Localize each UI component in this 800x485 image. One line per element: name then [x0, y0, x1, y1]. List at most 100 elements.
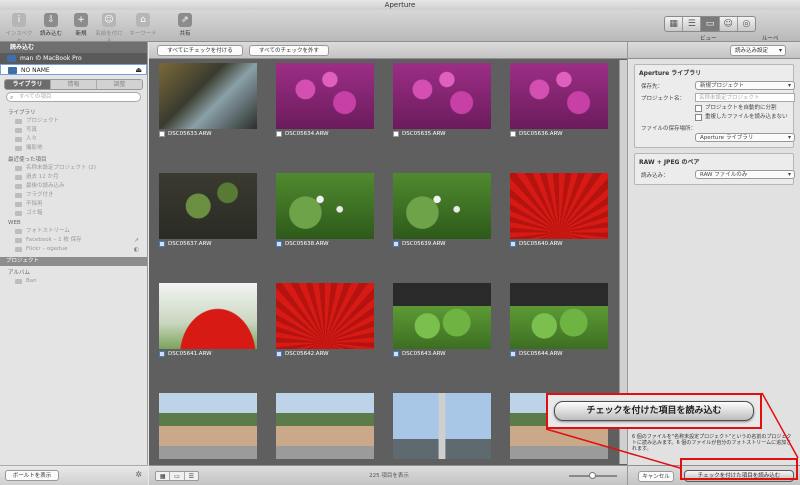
toolbar-button-2[interactable]: + 新規: [66, 13, 96, 37]
toolbar-button-0[interactable]: iインスペクタ: [4, 13, 34, 45]
photo-cell[interactable]: DSC05639.ARW: [393, 173, 491, 249]
photo-thumbnail[interactable]: [159, 63, 257, 129]
sidebar-item[interactable]: 写真: [0, 126, 147, 135]
toolbar-button-3[interactable]: ☺名前を付ける: [94, 13, 124, 45]
photo-thumbnail[interactable]: [159, 393, 257, 459]
map-view-icon[interactable]: ◎: [738, 17, 755, 31]
photo-cell[interactable]: [159, 393, 257, 463]
photo-thumbnail[interactable]: [510, 173, 608, 239]
item-icon: [15, 146, 22, 151]
auto-split-checkbox[interactable]: プロジェクトを自動的に分割: [639, 104, 789, 113]
window-title: Aperture: [0, 0, 800, 10]
checked-checkbox[interactable]: [159, 351, 165, 357]
view-segmented-control[interactable]: ▦ ☰ ▭ ☺ ◎: [664, 16, 756, 32]
photo-caption: DSC05640.ARW: [510, 240, 563, 248]
sidebar-item[interactable]: 不採用: [0, 200, 147, 209]
sidebar-item[interactable]: 過去 12 か月: [0, 173, 147, 182]
photo-thumbnail[interactable]: [393, 63, 491, 129]
checked-checkbox[interactable]: [393, 351, 399, 357]
share-icon: ⇗: [178, 13, 192, 27]
list-mode-icon[interactable]: ☰: [184, 472, 198, 480]
checked-checkbox[interactable]: [510, 241, 516, 247]
cancel-button[interactable]: キャンセル: [638, 471, 674, 482]
checked-checkbox[interactable]: [276, 241, 282, 247]
sidebar-item[interactable]: Flickr – ogedue ◐: [0, 245, 147, 254]
photo-cell[interactable]: DSC05634.ARW: [276, 63, 374, 139]
photo-cell[interactable]: DSC05640.ARW: [510, 173, 608, 249]
tab-info[interactable]: 情報: [51, 80, 97, 89]
sidebar-item[interactable]: Facebook – 1 枚 保存 ↗: [0, 236, 147, 245]
device-macbook[interactable]: man の MacBook Pro: [0, 53, 147, 64]
gear-icon[interactable]: ✲: [135, 470, 142, 479]
unchecked-checkbox[interactable]: [159, 131, 165, 137]
photo-thumbnail[interactable]: [393, 283, 491, 349]
photo-thumbnail[interactable]: [159, 173, 257, 239]
photo-cell[interactable]: [393, 393, 491, 463]
browser-view-icon[interactable]: ▭: [701, 17, 720, 31]
photo-thumbnail[interactable]: [393, 173, 491, 239]
toolbar-button-5[interactable]: ⇗ 共有: [170, 13, 200, 37]
skip-duplicates-checkbox[interactable]: 重複したファイルを読み込まない: [639, 113, 789, 122]
show-portal-button[interactable]: ボールトを表示: [5, 470, 59, 481]
tab-adjust[interactable]: 調整: [97, 80, 142, 89]
sidebar-item[interactable]: ゴミ箱: [0, 209, 147, 218]
photo-cell[interactable]: DSC05638.ARW: [276, 173, 374, 249]
grid-view-icon[interactable]: ▦: [665, 17, 684, 31]
checked-checkbox[interactable]: [276, 351, 282, 357]
photo-thumbnail[interactable]: [276, 63, 374, 129]
photo-thumbnail[interactable]: [393, 393, 491, 459]
photo-cell[interactable]: DSC05643.ARW: [393, 283, 491, 359]
photo-cell[interactable]: DSC05644.ARW: [510, 283, 608, 359]
store-files-select[interactable]: Aperture ライブラリ: [695, 133, 795, 142]
sidebar-item[interactable]: 名称未設定プロジェクト (2): [0, 164, 147, 173]
sidebar-item[interactable]: フォトストリーム: [0, 227, 147, 236]
tab-library[interactable]: ライブラリ: [5, 80, 51, 89]
uncheck-all-button[interactable]: すべてのチェックを外す: [249, 45, 329, 56]
photo-cell[interactable]: DSC05633.ARW: [159, 63, 257, 139]
toolbar-button-1[interactable]: ⇩ 読み込む: [36, 13, 66, 37]
checked-checkbox[interactable]: [159, 241, 165, 247]
destination-select[interactable]: 新規プロジェクト: [695, 81, 795, 90]
filmstrip-mode-icon[interactable]: ▭: [170, 472, 185, 480]
sidebar-item[interactable]: 撮影地: [0, 144, 147, 153]
checked-checkbox[interactable]: [393, 241, 399, 247]
store-files-label: ファイルの保存場所：: [641, 126, 697, 132]
sidebar-item[interactable]: プロジェクト: [0, 117, 147, 126]
unchecked-checkbox[interactable]: [393, 131, 399, 137]
raw-import-select[interactable]: RAW ファイルのみ: [695, 170, 795, 179]
photo-cell[interactable]: DSC05641.ARW: [159, 283, 257, 359]
sidebar-search-input[interactable]: ⌕ すべての項目: [6, 92, 141, 102]
device-no-name[interactable]: NO NAME ⏏: [0, 64, 147, 75]
list-view-icon[interactable]: ☰: [683, 17, 702, 31]
grid-mode-icon[interactable]: ▦: [156, 472, 171, 480]
unchecked-checkbox[interactable]: [510, 131, 516, 137]
photo-thumbnail[interactable]: [159, 283, 257, 349]
loupe-label: ルーペ: [762, 36, 779, 42]
photo-caption: DSC05635.ARW: [393, 130, 446, 138]
sidebar-item[interactable]: 人々: [0, 135, 147, 144]
photo-thumbnail[interactable]: [276, 283, 374, 349]
import-settings-select[interactable]: 読み込み設定: [730, 45, 786, 56]
photo-thumbnail[interactable]: [276, 173, 374, 239]
unchecked-checkbox[interactable]: [276, 131, 282, 137]
slider-knob[interactable]: [589, 472, 596, 479]
sidebar-item[interactable]: フラグ付き: [0, 191, 147, 200]
sidebar-item[interactable]: Ban: [0, 277, 147, 286]
photo-cell[interactable]: DSC05635.ARW: [393, 63, 491, 139]
eject-icon[interactable]: ⏏: [135, 65, 142, 76]
photo-thumbnail[interactable]: [510, 63, 608, 129]
toolbar-button-4[interactable]: ⌂ キーワード: [128, 13, 158, 37]
photo-cell[interactable]: DSC05642.ARW: [276, 283, 374, 359]
browser-mode-control[interactable]: ▦ ▭ ☰: [155, 471, 199, 481]
photo-cell[interactable]: DSC05637.ARW: [159, 173, 257, 249]
photo-thumbnail[interactable]: [510, 283, 608, 349]
project-name-field[interactable]: 名称未設定プロジェクト: [695, 93, 795, 102]
photo-cell[interactable]: DSC05636.ARW: [510, 63, 608, 139]
faces-view-icon[interactable]: ☺: [720, 17, 738, 31]
photo-thumbnail[interactable]: [276, 393, 374, 459]
checked-checkbox[interactable]: [510, 351, 516, 357]
photo-cell[interactable]: [276, 393, 374, 463]
sidebar-item[interactable]: 最後の読み込み: [0, 182, 147, 191]
thumbnail-size-slider[interactable]: [569, 472, 617, 479]
check-all-button[interactable]: すべてにチェックを付ける: [157, 45, 243, 56]
